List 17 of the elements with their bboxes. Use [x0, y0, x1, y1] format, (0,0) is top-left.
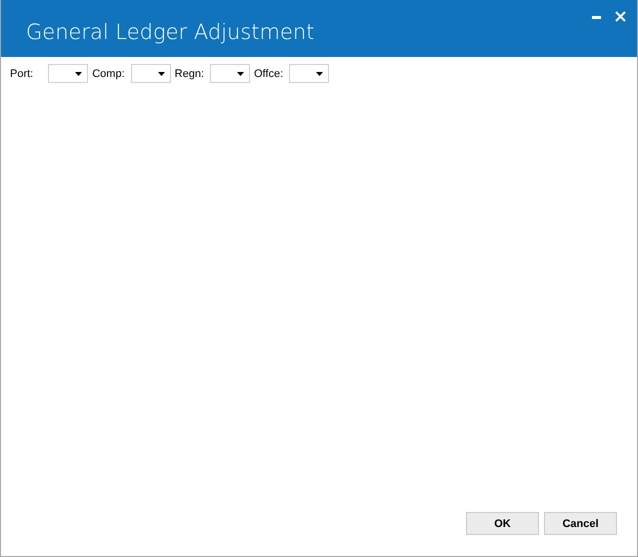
- filter-label: Port:: [10, 68, 34, 80]
- window-title: General Ledger Adjustment: [26, 20, 314, 44]
- ok-button[interactable]: OK: [466, 512, 539, 535]
- caret-icon: [237, 72, 244, 76]
- filter-label: Regn:: [174, 68, 204, 80]
- caret-icon: [75, 72, 82, 76]
- caret-icon: [158, 72, 165, 76]
- caret-icon: [316, 72, 324, 76]
- dropdown-field[interactable]: [210, 64, 250, 83]
- minimize-icon[interactable]: [592, 16, 601, 19]
- dropdown-field[interactable]: [48, 64, 88, 83]
- dropdown-field[interactable]: [130, 64, 171, 83]
- close-icon[interactable]: [615, 11, 626, 22]
- filter-label: Offce:: [254, 68, 284, 80]
- filter-label: Comp:: [92, 68, 125, 80]
- dropdown-field[interactable]: [289, 64, 330, 83]
- cancel-button[interactable]: Cancel: [544, 512, 617, 535]
